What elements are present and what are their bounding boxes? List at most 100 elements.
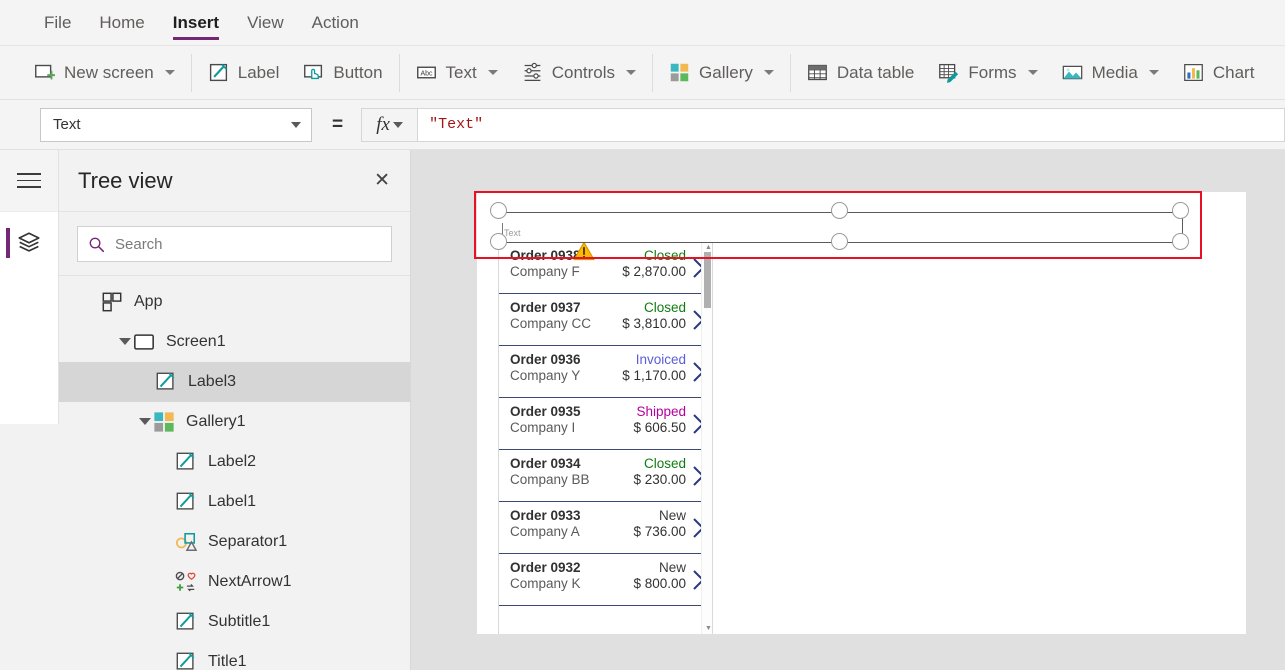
chevron-down-icon[interactable] <box>487 70 498 75</box>
ribbon-button-button[interactable]: Button <box>291 53 394 93</box>
tree-node-label: Gallery1 <box>186 413 246 430</box>
chevron-down-icon[interactable] <box>763 70 774 75</box>
gallery-item-order: Order 0936 <box>510 352 581 367</box>
property-selector[interactable]: Text <box>40 107 312 142</box>
gallery-item[interactable]: Order 0934 Closed Company BB $ 230.00 <box>499 450 712 502</box>
gallery-scrollbar[interactable]: ▲ ▼ <box>701 242 712 634</box>
tree-search-area: Search <box>59 212 410 276</box>
ribbon-new-screen-button[interactable]: New screen <box>22 53 187 93</box>
gallery-item-company: Company I <box>510 420 576 435</box>
ribbon-controls-button[interactable]: Controls <box>510 53 648 93</box>
gallery-item[interactable]: Order 0935 Shipped Company I $ 606.50 <box>499 398 712 450</box>
ribbon-text-button[interactable]: Abc Text <box>404 53 510 93</box>
chevron-down-icon[interactable] <box>1148 70 1159 75</box>
separator-shapes-icon <box>175 532 197 551</box>
gallery-item[interactable]: Order 0933 New Company A $ 736.00 <box>499 502 712 554</box>
tree-node-label3[interactable]: Label3 <box>59 362 410 402</box>
canvas-area[interactable]: Order 0938 Closed Company F $ 2,870.00 O… <box>411 150 1285 670</box>
tree-node-separator1[interactable]: Separator1 <box>59 522 410 562</box>
gallery-item-company: Company K <box>510 576 581 591</box>
next-arrow-icons-icon <box>175 571 196 592</box>
tree-node-screen1[interactable]: Screen1 <box>59 322 410 362</box>
gallery-item[interactable]: Order 0937 Closed Company CC $ 3,810.00 <box>499 294 712 346</box>
hamburger-icon <box>17 168 41 193</box>
tree-node-label: Label3 <box>188 373 237 390</box>
menu-item-insert[interactable]: Insert <box>159 0 233 46</box>
rail-item-tree-view[interactable] <box>0 212 58 274</box>
tree-node-gallery1[interactable]: Gallery1 <box>59 402 410 442</box>
chevron-down-icon[interactable] <box>392 121 403 128</box>
ribbon-forms-button[interactable]: Forms <box>926 53 1049 93</box>
hamburger-menu-button[interactable] <box>0 150 58 212</box>
menu-item-action[interactable]: Action <box>298 0 373 46</box>
tree-expander-icon[interactable] <box>117 335 131 349</box>
tree-node-label1[interactable]: Label1 <box>59 482 410 522</box>
ribbon-label: Media <box>1091 62 1138 82</box>
tree-node-app[interactable]: App <box>59 282 410 322</box>
gallery-item-amount: $ 3,810.00 <box>622 316 686 331</box>
left-rail <box>0 150 59 670</box>
ribbon-divider <box>398 53 400 92</box>
tree-node-label: Screen1 <box>166 333 226 350</box>
chevron-down-icon[interactable] <box>291 121 301 128</box>
chevron-down-icon[interactable] <box>1027 70 1038 75</box>
tree-node-label: App <box>134 293 163 310</box>
tree-expander-placeholder <box>85 295 99 309</box>
tree-node-title1[interactable]: Title1 <box>59 642 410 670</box>
gallery-control[interactable]: Order 0938 Closed Company F $ 2,870.00 O… <box>498 242 713 634</box>
chevron-down-icon[interactable] <box>626 70 637 75</box>
ribbon-gallery-button[interactable]: Gallery <box>657 53 786 93</box>
menu-bar: File Home Insert View Action <box>0 0 1285 46</box>
ribbon-media-button[interactable]: Media <box>1050 53 1171 93</box>
fx-label: fx <box>376 113 390 135</box>
search-input[interactable]: Search <box>77 226 392 262</box>
insert-ribbon: New screen Label Button Abc Text Control… <box>0 46 1285 100</box>
resize-handle-top-right <box>1172 202 1189 219</box>
gallery-item-company: Company BB <box>510 472 590 487</box>
power-apps-studio: File Home Insert View Action New screen … <box>0 0 1285 670</box>
scroll-down-icon[interactable]: ▼ <box>705 625 712 632</box>
tree-view-panel: Tree view ✕ Search App Screen1 Label3 Ga… <box>59 150 411 670</box>
layers-icon <box>18 232 40 252</box>
formula-input[interactable]: "Text" <box>417 107 1285 142</box>
menu-item-home[interactable]: Home <box>85 0 158 46</box>
ribbon-label: Label <box>237 62 280 82</box>
gallery-item-amount: $ 2,870.00 <box>622 264 686 279</box>
ribbon-chart-button[interactable]: Chart <box>1171 53 1267 93</box>
gallery-item-order: Order 0934 <box>510 456 581 471</box>
tree-node-label2[interactable]: Label2 <box>59 442 410 482</box>
menu-item-label: Home <box>99 13 145 32</box>
app-icon <box>102 292 122 312</box>
gallery-item-status: Closed <box>643 456 686 471</box>
gallery-scrollbar-thumb[interactable] <box>704 252 711 308</box>
text-abc-icon: Abc <box>416 66 436 79</box>
tree-node-label: Label2 <box>208 453 257 470</box>
gallery-item[interactable]: Order 0932 New Company K $ 800.00 <box>499 554 712 606</box>
close-icon[interactable]: ✕ <box>374 171 390 190</box>
resize-handle-bottom-center <box>831 233 848 250</box>
search-placeholder: Search <box>115 235 163 253</box>
label3-text: Text <box>504 228 521 238</box>
tree-node-subtitle1[interactable]: Subtitle1 <box>59 602 410 642</box>
tree-node-label: Title1 <box>208 653 247 670</box>
label-edit-icon <box>176 612 195 630</box>
gallery-item-amount: $ 230.00 <box>633 472 686 487</box>
gallery-item[interactable]: Order 0936 Invoiced Company Y $ 1,170.00 <box>499 346 712 398</box>
menu-item-file[interactable]: File <box>30 0 85 46</box>
fx-button[interactable]: fx <box>361 107 418 142</box>
chart-bars-icon <box>1184 64 1203 81</box>
ribbon-divider <box>789 53 791 92</box>
menu-item-view[interactable]: View <box>233 0 298 46</box>
gallery-item-company: Company F <box>510 264 580 279</box>
tree-expander-icon[interactable] <box>137 415 151 429</box>
chevron-down-icon[interactable] <box>164 70 175 75</box>
ribbon-data-table-button[interactable]: Data table <box>795 53 927 93</box>
tree-node-nextarrow1[interactable]: NextArrow1 <box>59 562 410 602</box>
property-selector-value: Text <box>53 116 81 133</box>
ribbon-label: Text <box>445 62 477 82</box>
media-image-icon <box>1062 65 1082 80</box>
label-icon <box>209 63 227 82</box>
label3-selection-box[interactable]: Text <box>474 191 1202 259</box>
ribbon-label-button[interactable]: Label <box>196 53 292 93</box>
button-icon <box>304 64 323 80</box>
